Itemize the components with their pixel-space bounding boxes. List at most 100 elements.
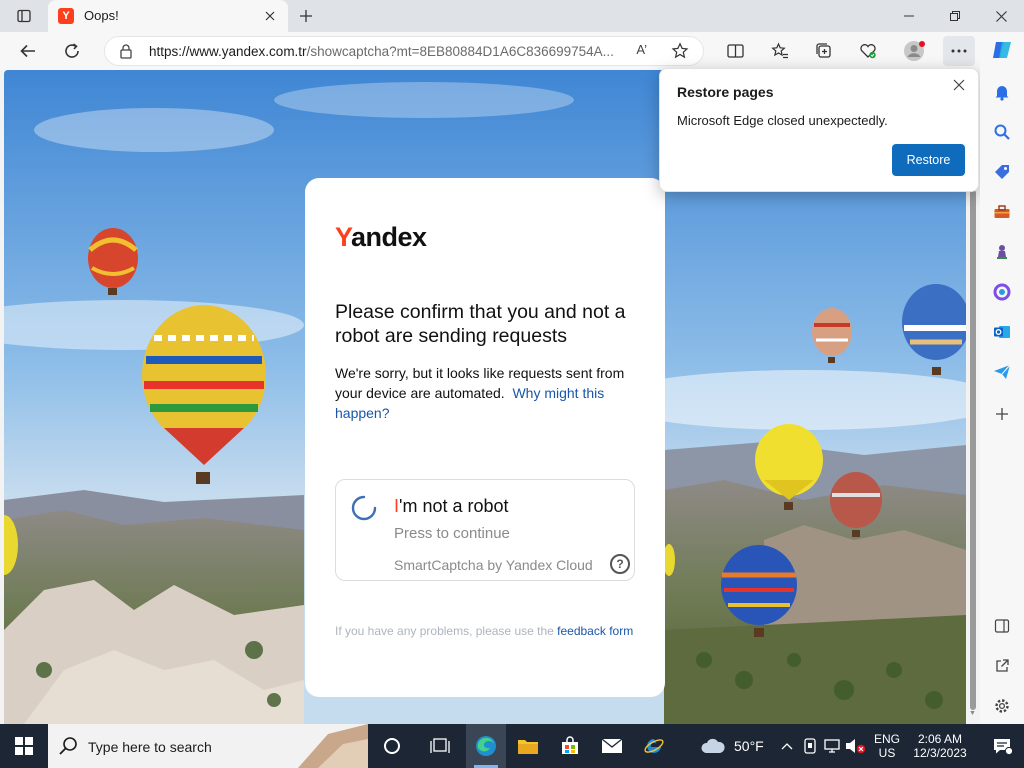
popup-title: Restore pages [677,84,774,100]
address-bar[interactable]: https://www.yandex.com.tr/showcaptcha?mt… [104,36,704,66]
network-monitor-icon [824,739,840,753]
input-language-indicator[interactable]: ENG US [870,732,904,760]
edge-taskbar-button[interactable] [466,724,506,768]
weather-temperature: 50°F [734,738,764,754]
captcha-card: Yandex Please confirm that you and not a… [305,178,665,697]
popup-close-button[interactable] [948,74,970,96]
not-a-robot-checkbox[interactable]: I'm not a robot Press to continue SmartC… [335,479,635,581]
help-icon[interactable]: ? [610,554,630,574]
back-button[interactable] [12,36,44,66]
gear-icon [995,699,1009,713]
notification-center-button[interactable] [980,724,1024,768]
cortana-button[interactable] [372,724,412,768]
scroll-down-arrow-icon[interactable]: ▼ [969,710,976,717]
toolbox-icon [994,205,1010,218]
tab-actions-icon [17,9,31,23]
press-to-continue-label: Press to continue [394,525,510,542]
start-button[interactable] [0,724,48,768]
favorites-button[interactable] [764,36,796,66]
cloud-icon [701,738,725,753]
search-placeholder: Type here to search [88,739,212,755]
favorites-icon [771,42,788,59]
copilot-button[interactable] [988,36,1016,64]
lock-icon[interactable] [119,44,133,64]
task-view-button[interactable] [420,724,460,768]
internet-explorer-button[interactable] [634,724,674,768]
refresh-icon [65,43,79,58]
sidebar-settings-button[interactable] [988,692,1016,720]
device-tray-button[interactable] [800,724,820,768]
collections-button[interactable] [808,36,840,66]
minimize-button[interactable] [886,0,932,32]
speech-bubble-icon [994,739,1012,755]
speaker-muted-icon [846,739,866,754]
sidebar-panel-icon [994,619,1010,633]
minimize-icon [904,15,914,17]
keyboard-layout: US [878,746,896,760]
robot-title-rest: 'm not a robot [399,496,509,516]
file-explorer-button[interactable] [508,724,548,768]
telegram-button[interactable] [988,358,1016,386]
tab-close-button[interactable] [260,6,280,26]
footer-text: If you have any problems, please use the [335,624,554,638]
yandex-favicon-icon: Y [58,8,74,24]
hide-sidebar-button[interactable] [988,612,1016,640]
network-button[interactable] [822,724,842,768]
internet-explorer-icon [644,739,664,753]
external-link-button[interactable] [988,652,1016,680]
split-screen-icon [726,44,744,58]
restore-button[interactable]: Restore [892,144,965,176]
send-plane-icon [994,364,1011,379]
scroll-thumb[interactable] [970,190,976,710]
cortana-circle-icon [384,738,400,754]
tab-actions-button[interactable] [10,4,38,28]
arrow-left-icon [20,44,35,58]
popup-message: Microsoft Edge closed unexpectedly. [677,113,888,128]
new-tab-button[interactable] [292,4,320,28]
weather-widget[interactable]: 50°F [700,724,764,768]
url-path: /showcaptcha?mt=8EB80884D1A6C836699754A.… [306,44,614,59]
games-button[interactable] [988,238,1016,266]
system-clock[interactable]: 2:06 AM 12/3/2023 [908,732,972,760]
folder-icon [518,740,538,754]
shopping-button[interactable] [988,158,1016,186]
edge-sidebar [980,32,1024,724]
show-hidden-icons-button[interactable] [778,724,796,768]
browser-essentials-button[interactable] [852,36,884,66]
avatar-icon [904,41,925,61]
favorite-star-icon[interactable] [671,42,689,65]
notifications-button[interactable] [988,78,1016,106]
explanation-text: We're sorry, but it looks like requests … [335,363,640,423]
settings-more-button[interactable] [943,36,975,66]
active-tab[interactable]: Y Oops! [48,0,288,33]
loading-spinner-icon [351,495,377,521]
microsoft-365-button[interactable] [988,278,1016,306]
url-host: https://www.yandex.com.tr [149,44,307,59]
feedback-form-link[interactable]: feedback form [557,624,633,638]
yandex-logo: Yandex [335,222,427,253]
search-highlight-image [298,724,368,768]
refresh-button[interactable] [56,36,88,66]
volume-button[interactable] [844,724,868,768]
close-window-button[interactable] [978,0,1024,32]
collections-icon [816,43,831,58]
add-sidebar-app-button[interactable] [988,400,1016,428]
taskbar-search-box[interactable]: Type here to search [48,724,368,768]
search-icon [994,124,1010,140]
not-a-robot-label: I'm not a robot [394,496,509,517]
restore-window-button[interactable] [932,0,978,32]
tools-button[interactable] [988,198,1016,226]
device-icon [804,738,816,754]
microsoft-store-button[interactable] [550,724,590,768]
url-text[interactable]: https://www.yandex.com.tr/showcaptcha?mt… [149,44,629,59]
chess-piece-icon [997,245,1007,259]
read-aloud-icon[interactable]: A’ [636,42,647,57]
split-screen-button[interactable] [719,36,751,66]
search-sidebar-button[interactable] [988,118,1016,146]
logo-y: Y [335,222,352,252]
restore-window-icon [950,11,960,21]
copilot-icon [993,42,1011,58]
mail-button[interactable] [592,724,632,768]
outlook-button[interactable] [988,318,1016,346]
profile-button[interactable] [898,36,930,66]
